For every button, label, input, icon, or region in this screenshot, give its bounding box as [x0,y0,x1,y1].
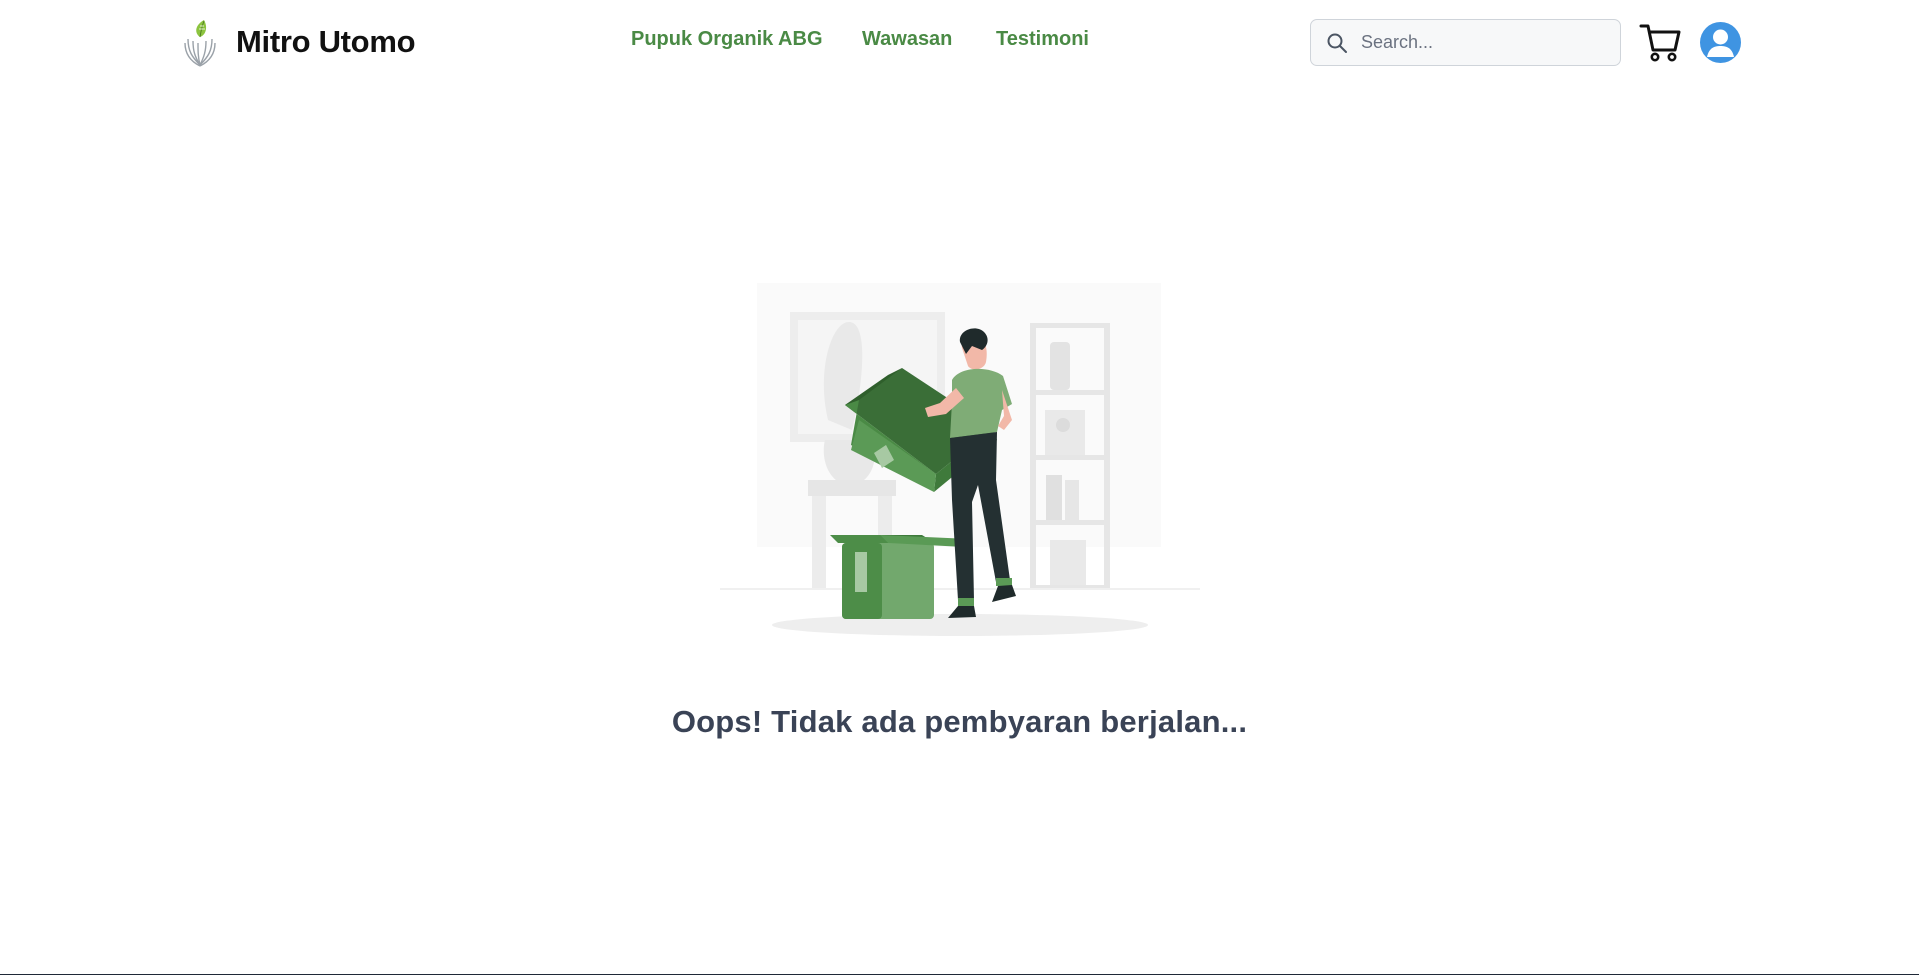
avatar-person-icon [1707,29,1734,57]
nav-link-pupuk-organik-abg[interactable]: Pupuk Organik ABG [631,28,823,51]
site-header: Mitro Utomo Pupuk Organik ABG Wawasan Te… [0,0,1919,84]
empty-state-message: Oops! Tidak ada pembyaran berjalan... [671,704,1248,739]
empty-box-illustration [720,283,1200,636]
search-box[interactable] [1310,19,1621,66]
cart-icon[interactable] [1638,20,1683,64]
search-icon [1327,33,1347,53]
search-input[interactable] [1361,32,1611,53]
main-nav: Pupuk Organik ABG Wawasan Testimoni [0,28,1919,58]
nav-link-testimoni[interactable]: Testimoni [996,28,1089,51]
user-avatar-icon[interactable] [1700,22,1741,63]
nav-link-wawasan[interactable]: Wawasan [862,28,952,51]
